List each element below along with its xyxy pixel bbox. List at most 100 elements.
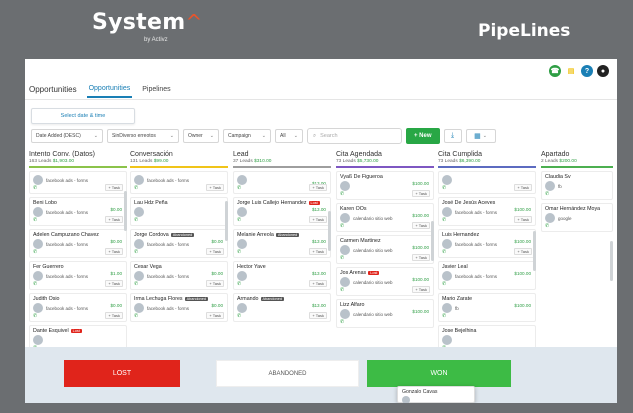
add-task-button[interactable]: + Task <box>309 312 327 319</box>
sort-select[interactable]: Date Added (DESC) ⌄ <box>31 129 103 143</box>
abandoned-drop-zone[interactable]: ABANDONED <box>216 360 359 387</box>
avatar <box>340 277 350 287</box>
won-drop-zone[interactable]: WON <box>367 360 511 387</box>
view-toggle-button[interactable]: ▦ ⌄ <box>465 129 496 143</box>
opportunity-card[interactable]: Mario Zarate fb $100.00 ✆ <box>438 293 536 322</box>
filter-bar: Date Added (DESC) ⌄ SinDiverso erreotos ⌄ … <box>31 128 496 144</box>
column-scrollbar[interactable] <box>225 201 228 241</box>
opportunity-card[interactable]: Jorge Luis Callejo Hernandez Lost $13.00 ✆ +… <box>233 197 331 226</box>
add-task-button[interactable]: + Task <box>412 222 430 229</box>
add-task-button[interactable]: + Task <box>309 184 327 191</box>
column-amount: $200.00 <box>559 159 577 164</box>
opportunity-card[interactable]: Omar Hernández Moya google ✆ <box>541 203 613 232</box>
opportunity-card[interactable]: Jos Arenas Lost calendario sitio web $100.0… <box>336 267 434 296</box>
column-scrollbar[interactable] <box>328 211 331 251</box>
import-icon[interactable]: ⤓ <box>443 129 462 143</box>
add-task-button[interactable]: + Task <box>309 216 327 223</box>
phone-icon[interactable]: ✆ <box>545 223 609 229</box>
phone-icon[interactable]: ✆ <box>340 319 430 325</box>
column-scrollbar[interactable] <box>124 191 127 231</box>
tab-pipelines[interactable]: Pipelines <box>142 86 170 93</box>
opportunity-card[interactable]: Lau Hdz Peña ✆ <box>130 197 228 226</box>
add-task-button[interactable]: + Task <box>105 216 123 223</box>
opportunity-card[interactable]: Irma Lechuga Flores Abandoned facebook ads… <box>130 293 228 322</box>
owner-select[interactable]: Owner ⌄ <box>183 129 219 143</box>
opportunity-card[interactable]: Melanie Arreola Abandoned $13.00 ✆ + Task <box>233 229 331 258</box>
opportunity-card[interactable]: Jorge Cordova Abandoned facebook ads - for… <box>130 229 228 258</box>
opportunity-card[interactable]: Beni Lobo facebook ads - forms $0.00 ✆ + Tas… <box>29 197 127 226</box>
add-task-button[interactable]: + Task <box>206 248 224 255</box>
card-amount: $1.00 <box>110 271 123 276</box>
search-input[interactable]: ⌕ Search <box>307 128 402 144</box>
add-task-button[interactable]: + Task <box>514 248 532 255</box>
add-task-button[interactable]: + Task <box>412 254 430 261</box>
avatar <box>33 335 43 345</box>
add-task-button[interactable]: + Task <box>206 312 224 319</box>
opportunity-card[interactable]: Judith Osio facebook ads - forms $0.00 ✆ + T… <box>29 293 127 322</box>
avatar <box>237 207 247 217</box>
add-task-button[interactable]: + Task <box>206 184 224 191</box>
avatar <box>340 181 350 191</box>
column-amount: $5,730.00 <box>357 159 379 164</box>
help-icon[interactable]: ? <box>581 65 593 77</box>
add-task-button[interactable]: + Task <box>309 248 327 255</box>
new-opportunity-button[interactable]: + New <box>406 128 440 144</box>
opportunity-card[interactable]: Fer Guerrero facebook ads - forms $1.00 ✆ + … <box>29 261 127 290</box>
avatar <box>33 239 43 249</box>
opportunity-card[interactable]: Cesar Vega facebook ads - forms $0.00 ✆ + Ta… <box>130 261 228 290</box>
opportunity-card[interactable]: Armando Abandoned $13.00 ✆ + Task <box>233 293 331 322</box>
date-range-button[interactable]: Select date & time <box>31 108 135 124</box>
add-task-button[interactable]: + Task <box>105 184 123 191</box>
lost-drop-zone[interactable]: LOST <box>64 360 180 387</box>
add-task-button[interactable]: + Task <box>412 286 430 293</box>
add-task-button[interactable]: + Task <box>105 248 123 255</box>
avatar <box>340 309 350 319</box>
column-color-bar <box>438 166 536 168</box>
column-scrollbar[interactable] <box>431 221 434 261</box>
opportunity-card[interactable]: facebook ads - forms ✆ + Task <box>29 171 127 194</box>
add-task-button[interactable]: + Task <box>206 280 224 287</box>
opportunity-card[interactable]: ✆ + Task <box>438 171 536 194</box>
opportunity-card[interactable]: Claudia Sv fb ✆ <box>541 171 613 200</box>
opportunity-card[interactable]: Lizz Alfaro calendario sitio web $100.00 ✆ <box>336 299 434 328</box>
sort-select-value: Date Added (DESC) <box>36 133 81 139</box>
add-task-button[interactable]: + Task <box>514 184 532 191</box>
add-task-button[interactable]: + Task <box>105 280 123 287</box>
status-badge: Lost <box>368 270 380 275</box>
opportunity-card[interactable]: $13.00✆+ Task <box>233 171 331 194</box>
opportunity-card[interactable]: Luis Hernandez facebook ads - forms $100.0… <box>438 229 536 258</box>
column-stats: 2 Leads $200.00 <box>541 159 613 164</box>
add-task-button[interactable]: + Task <box>309 280 327 287</box>
user-icon[interactable]: ● <box>597 65 609 77</box>
tab-opportunities[interactable]: Opportunities <box>86 81 133 98</box>
column-lead-count: 73 Leads <box>336 159 356 164</box>
column-color-bar <box>130 166 228 168</box>
opportunity-card[interactable]: José De Jesús Aceves facebook ads - forms… <box>438 197 536 226</box>
phone-icon[interactable]: ✆ <box>442 281 532 287</box>
chat-icon[interactable]: ▤ <box>565 65 577 77</box>
opportunity-card[interactable]: Javier Leal facebook ads - forms $100.00 ✆ <box>438 261 536 290</box>
opportunity-card[interactable]: Karen OOs calendario sitio web $100.00 ✆ + T… <box>336 203 434 232</box>
opportunity-card[interactable]: Adelen Campuzano Chavez facebook ads - fo… <box>29 229 127 258</box>
dragged-card[interactable]: Gonzalo Cavas <box>397 386 475 403</box>
add-task-button[interactable]: + Task <box>412 190 430 197</box>
card-list: facebook ads - forms ✆ + Task Lau Hdz Peña ✆… <box>130 171 228 322</box>
opportunity-card[interactable]: Vyaß De Figueroa $100.00 ✆ + Task <box>336 171 434 200</box>
pipeline-select[interactable]: SinDiverso erreotos ⌄ <box>107 129 179 143</box>
phone-icon[interactable]: ☎ <box>549 65 561 77</box>
opportunity-card[interactable]: Hector Yave $13.00 ✆ + Task <box>233 261 331 290</box>
phone-icon[interactable]: ✆ <box>134 217 224 223</box>
add-task-button[interactable]: + Task <box>105 312 123 319</box>
phone-icon[interactable]: ✆ <box>545 191 609 197</box>
opportunity-card[interactable]: facebook ads - forms ✆ + Task <box>130 171 228 194</box>
status-select[interactable]: All ⌄ <box>275 129 303 143</box>
card-amount: $0.00 <box>211 303 224 308</box>
campaign-select[interactable]: Campaign ⌄ <box>223 129 271 143</box>
column-scrollbar[interactable] <box>533 231 536 271</box>
column-title: Intento Conv. (Datos) <box>29 151 96 158</box>
phone-icon[interactable]: ✆ <box>442 313 532 319</box>
column-scrollbar[interactable] <box>610 241 613 281</box>
contact-name-text: Omar Hernández Moya <box>545 206 601 212</box>
opportunity-card[interactable]: Carmen Martinez calendario sitio web $100.… <box>336 235 434 264</box>
add-task-button[interactable]: + Task <box>514 216 532 223</box>
